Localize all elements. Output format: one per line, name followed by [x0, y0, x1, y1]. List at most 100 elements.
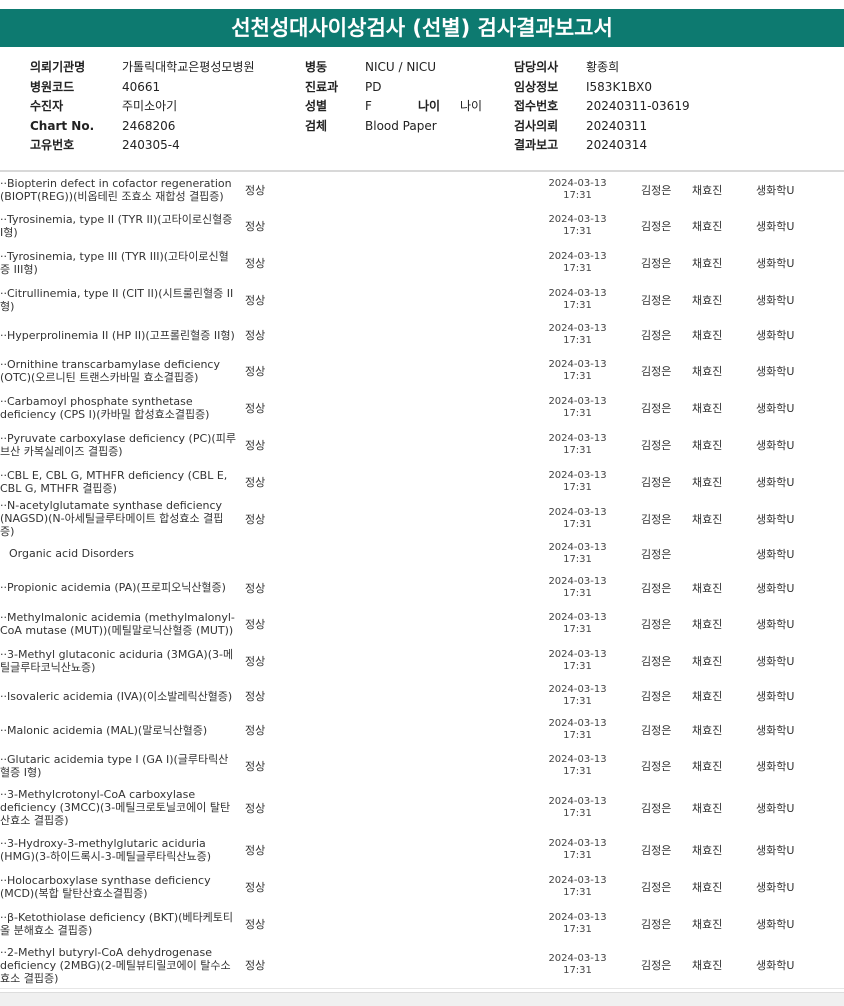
examiner-cell: 김정은: [641, 401, 672, 415]
examiner-cell: 김정은: [641, 219, 672, 233]
test-name-cell: ··Carbamoyl phosphate synthetase deficie…: [0, 389, 236, 426]
result-cell: 정상: [245, 801, 266, 815]
department-cell: 생화학U: [756, 654, 795, 668]
examiner-cell: 김정은: [641, 438, 672, 452]
report-date: 2024-03-13: [548, 358, 607, 370]
result-cell: 정상: [245, 759, 266, 773]
table-row[interactable]: ··Ornithine transcarbamylase deficiency …: [0, 352, 844, 390]
report-datetime: 2024-03-13 17:31: [540, 905, 615, 942]
examiner-cell: 김정은: [641, 547, 672, 561]
table-row[interactable]: ··β-Ketothiolase deficiency (BKT)(베타케토티올…: [0, 905, 844, 943]
examiner-cell: 김정은: [641, 256, 672, 270]
verifier-cell: 채효진: [692, 512, 723, 526]
report-time: 17:31: [563, 407, 592, 419]
test-name-cell: ··Methylmalonic acidemia (methylmalonyl-…: [0, 605, 236, 642]
report-time: 17:31: [563, 765, 592, 777]
table-row[interactable]: ··Glutaric acidemia type I (GA I)(글루타릭산혈…: [0, 747, 844, 785]
table-row[interactable]: ··Biopterin defect in cofactor regenerat…: [0, 172, 844, 208]
header-row: 수진자 주미소아기: [30, 97, 254, 117]
test-name: ··Methylmalonic acidemia (methylmalonyl-…: [0, 610, 235, 637]
report-time: 17:31: [563, 587, 592, 599]
report-datetime: 2024-03-13 17:31: [540, 942, 615, 988]
report-time: 17:31: [563, 623, 592, 635]
header-label: 결과보고: [514, 138, 559, 152]
examiner-cell: 김정은: [641, 617, 672, 631]
test-name: Organic acid Disorders: [9, 547, 134, 560]
report-time: 17:31: [563, 481, 592, 493]
table-row[interactable]: ··Propionic acidemia (PA)(프로피오닉산혈증) 정상 202…: [0, 570, 844, 606]
report-time: 17:31: [563, 262, 592, 274]
test-name-cell: ··Pyruvate carboxylase deficiency (PC)(피…: [0, 426, 236, 463]
age-label: 나이: [418, 99, 441, 113]
examiner-cell: 김정은: [641, 959, 672, 972]
department-cell: 생화학U: [756, 959, 795, 972]
department-cell: 생화학U: [756, 219, 795, 233]
department-cell: 생화학U: [756, 801, 795, 815]
report-date: 2024-03-13: [548, 432, 607, 444]
report-time: 17:31: [563, 660, 592, 672]
table-row[interactable]: ··Pyruvate carboxylase deficiency (PC)(피…: [0, 426, 844, 464]
header-label: 성별: [305, 99, 328, 113]
department-cell: 생화학U: [756, 880, 795, 894]
table-row[interactable]: ··3-Hydroxy-3-methylglutaric aciduria (H…: [0, 831, 844, 869]
report-datetime: 2024-03-13 17:31: [540, 868, 615, 905]
result-cell: 정상: [245, 917, 266, 931]
header-row: Chart No. 2468206: [30, 117, 254, 137]
table-row[interactable]: ··3-Methylcrotonyl-CoA carboxylase defic…: [0, 784, 844, 832]
horizontal-scrollbar[interactable]: [0, 992, 844, 1006]
test-name-cell: ··N-acetylglutamate synthase deficiency …: [0, 500, 236, 537]
result-cell: 정상: [245, 690, 266, 703]
result-cell: 정상: [245, 654, 266, 668]
report-date: 2024-03-13: [548, 323, 607, 334]
report-date: 2024-03-13: [548, 213, 607, 225]
header-value: PD: [365, 79, 382, 94]
report-time: 17:31: [563, 807, 592, 819]
result-cell: 정상: [245, 880, 266, 894]
table-row[interactable]: ··Hyperprolinemia II (HP II)(고프롤린혈증 II형)…: [0, 318, 844, 353]
table-row[interactable]: ··Malonic acidemia (MAL)(말로닉산혈증) 정상 2024-0…: [0, 713, 844, 748]
test-name-cell: ··Citrullinemia, type II (CIT II)(시트룰린혈증…: [0, 281, 236, 318]
header-label: 진료과: [305, 79, 339, 94]
header-value: I583K1BX0: [586, 79, 653, 94]
test-name-cell: ··Tyrosinemia, type III (TYR III)(고타이로신혈…: [0, 244, 236, 281]
table-row[interactable]: ··Holocarboxylase synthase deficiency (M…: [0, 868, 844, 906]
examiner-cell: 김정은: [641, 183, 672, 197]
report-time: 17:31: [563, 299, 592, 311]
examiner-cell: 김정은: [641, 581, 672, 595]
test-name-cell: ··3-Hydroxy-3-methylglutaric aciduria (H…: [0, 831, 236, 868]
table-row[interactable]: ··3-Methyl glutaconic aciduria (3MGA)(3-…: [0, 642, 844, 680]
patient-info-header: 의뢰기관명 가톨릭대학교은평성모병원 병원코드 40661 수진자 주미소아기 Cha…: [0, 52, 844, 170]
table-row[interactable]: ··Tyrosinemia, type II (TYR II)(고타이로신혈증 …: [0, 207, 844, 245]
result-cell: 정상: [245, 581, 266, 595]
table-row[interactable]: ··2-Methyl butyryl-CoA dehydrogenase def…: [0, 942, 844, 989]
report-date: 2024-03-13: [548, 611, 607, 623]
report-time: 17:31: [563, 849, 592, 861]
results-table[interactable]: ··Biopterin defect in cofactor regenerat…: [0, 172, 844, 992]
test-name: ··Propionic acidemia (PA)(프로피오닉산혈증): [0, 581, 226, 594]
section-row[interactable]: Organic acid Disorders 2024-03-13 17:31 김정은…: [0, 537, 844, 571]
department-cell: 생화학U: [756, 256, 795, 270]
test-name: ··Malonic acidemia (MAL)(말로닉산혈증): [0, 723, 208, 737]
department-cell: 생화학U: [756, 183, 795, 197]
test-name-cell: ··CBL E, CBL G, MTHFR deficiency (CBL E,…: [0, 463, 236, 500]
table-row[interactable]: ··Isovaleric acidemia (IVA)(이소발레릭산혈증) 정상 2…: [0, 679, 844, 714]
table-row[interactable]: ··Tyrosinemia, type III (TYR III)(고타이로신혈…: [0, 244, 844, 282]
table-row[interactable]: ··N-acetylglutamate synthase deficiency …: [0, 500, 844, 538]
result-cell: 정상: [245, 724, 266, 737]
report-datetime: 2024-03-13 17:31: [540, 426, 615, 463]
header-value: F: [365, 99, 372, 113]
table-row[interactable]: ··Methylmalonic acidemia (methylmalonyl-…: [0, 605, 844, 643]
table-row[interactable]: ··Citrullinemia, type II (CIT II)(시트룰린혈증…: [0, 281, 844, 319]
header-value: 황종희: [586, 60, 620, 74]
header-value: NICU / NICU: [365, 60, 437, 74]
verifier-cell: 채효진: [692, 475, 723, 489]
test-name-cell: ··β-Ketothiolase deficiency (BKT)(베타케토티올…: [0, 905, 236, 942]
table-row[interactable]: ··CBL E, CBL G, MTHFR deficiency (CBL E,…: [0, 463, 844, 501]
test-name-cell: ··Biopterin defect in cofactor regenerat…: [0, 172, 236, 207]
examiner-cell: 김정은: [641, 724, 672, 737]
test-name: ··Carbamoyl phosphate synthetase deficie…: [0, 394, 210, 421]
header-label: 담당의사: [514, 60, 559, 74]
header-row: 성별 F 나이 나이: [305, 97, 482, 117]
header-label: 수진자: [30, 99, 64, 113]
table-row[interactable]: ··Carbamoyl phosphate synthetase deficie…: [0, 389, 844, 427]
